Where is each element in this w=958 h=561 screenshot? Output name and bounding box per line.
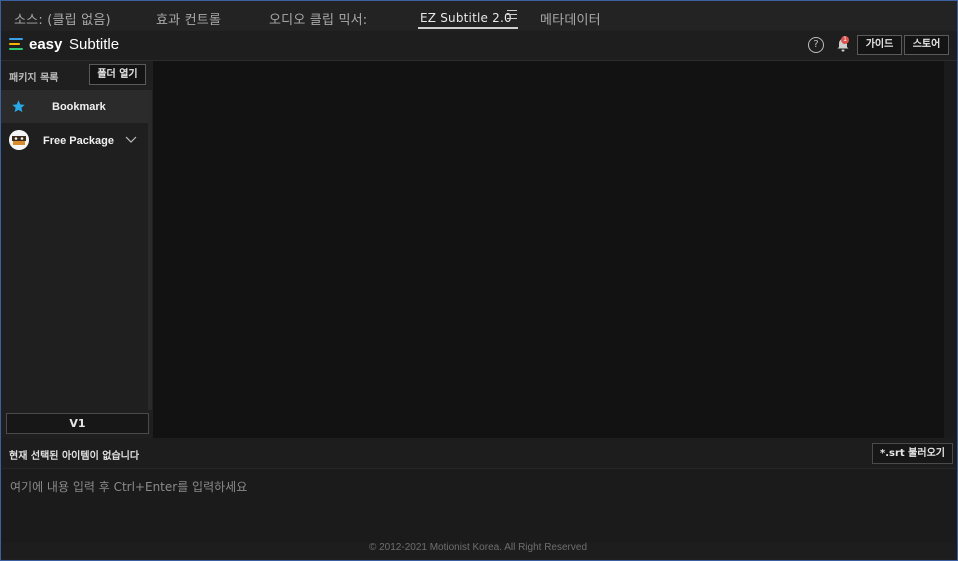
- help-icon[interactable]: ?: [808, 37, 824, 53]
- app-header: easy Subtitle ? 1 가이드 스토어: [1, 31, 957, 61]
- selection-status: 현재 선택된 아이템이 없습니다: [9, 451, 140, 462]
- tab-effect-controls[interactable]: 효과 컨트롤: [156, 9, 221, 28]
- sidebar-item-label: Free Package: [43, 135, 114, 147]
- active-tab-indicator: [418, 27, 518, 29]
- chevron-down-icon[interactable]: [125, 136, 137, 144]
- editor-panel: 현재 선택된 아이템이 없습니다 *.srt 불러오기 © 2012-2021 …: [1, 438, 957, 559]
- logo-icon: [9, 38, 23, 52]
- sidebar-item-label: Bookmark: [52, 101, 106, 113]
- tab-audio-clip-mixer[interactable]: 오디오 클립 믹서:: [269, 9, 367, 28]
- load-srt-button[interactable]: *.srt 불러오기: [872, 443, 953, 464]
- package-sidebar: 패키지 목록 폴더 열기 Bookmark Free Package V1: [1, 61, 152, 438]
- copyright-footer: © 2012-2021 Motionist Korea. All Right R…: [368, 542, 588, 553]
- sidebar-item-free-package[interactable]: Free Package: [1, 124, 151, 157]
- tab-source[interactable]: 소스: (클립 없음): [14, 9, 111, 28]
- tab-ez-subtitle[interactable]: EZ Subtitle 2.0: [420, 11, 512, 25]
- open-folder-button[interactable]: 폴더 열기: [89, 64, 146, 85]
- sidebar-scrollbar[interactable]: [148, 90, 152, 410]
- sidebar-item-bookmark[interactable]: Bookmark: [1, 90, 151, 123]
- logo-text-subtitle: Subtitle: [69, 36, 120, 53]
- subtitle-content-area[interactable]: [153, 61, 944, 438]
- store-button[interactable]: 스토어: [904, 35, 949, 55]
- package-avatar: [9, 130, 29, 150]
- notification-badge: 1: [841, 36, 849, 44]
- package-list-title: 패키지 목록: [9, 73, 59, 84]
- guide-button[interactable]: 가이드: [857, 35, 902, 55]
- content-scrollbar[interactable]: [944, 61, 956, 438]
- star-icon: [12, 100, 25, 113]
- subtitle-text-input[interactable]: [2, 468, 956, 543]
- version-button[interactable]: V1: [6, 413, 149, 434]
- logo-text-easy: easy: [29, 36, 63, 53]
- panel-tab-strip: 소스: (클립 없음) 효과 컨트롤 오디오 클립 믹서: EZ Subtitl…: [1, 1, 957, 31]
- tab-metadata[interactable]: 메타데이터: [540, 9, 601, 28]
- hamburger-menu-icon[interactable]: [507, 10, 517, 20]
